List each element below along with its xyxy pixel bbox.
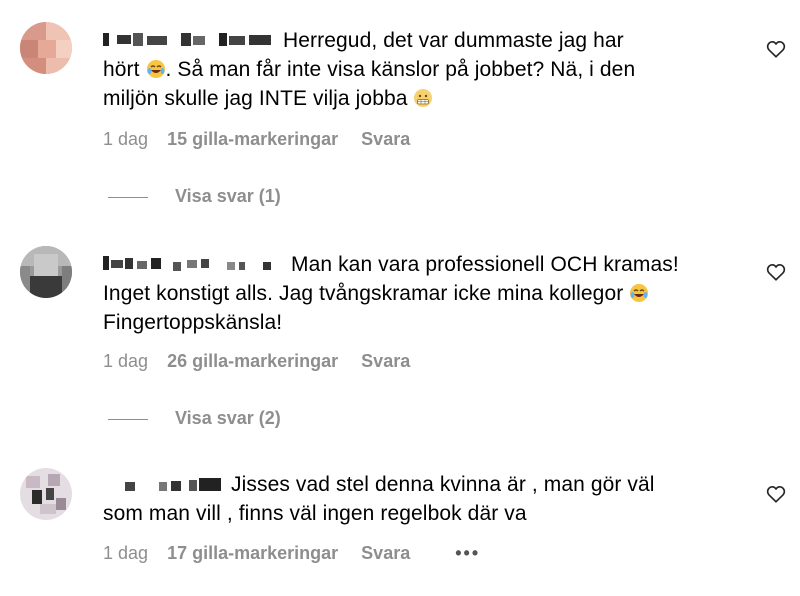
username-redacted[interactable] <box>125 474 223 492</box>
comment-text-line: Herregud, det var dummaste jag har <box>283 29 624 52</box>
view-replies-button[interactable]: Visa svar (1) <box>108 186 281 207</box>
comment-text-line: . Så man får inte visa känslor på jobbet… <box>165 58 636 81</box>
comment-text-line: Fingertoppskänsla! <box>103 311 283 334</box>
comment-text-line: miljön skulle jag INTE vilja jobba <box>103 87 408 110</box>
avatar[interactable] <box>20 246 72 298</box>
divider-line <box>108 418 148 420</box>
heart-outline-icon[interactable] <box>766 485 786 503</box>
avatar[interactable] <box>20 468 72 520</box>
comment-date[interactable]: 1 dag <box>103 543 148 563</box>
reply-button[interactable]: Svara <box>361 129 410 149</box>
reply-button[interactable]: Svara <box>361 351 410 371</box>
comment-text-line: Inget konstigt alls. Jag tvångskramar ic… <box>103 282 624 305</box>
comment-text-line: Jisses vad stel denna kvinna är , man gö… <box>231 473 655 496</box>
likes-count[interactable]: 15 gilla-markeringar <box>167 129 338 149</box>
avatar[interactable] <box>20 22 72 74</box>
comment-meta: 1 dag 15 gilla-markeringar Svara <box>103 129 428 150</box>
comment-text: Jisses vad stel denna kvinna är , man gö… <box>103 470 743 528</box>
laughing-tears-emoji <box>629 282 649 302</box>
likes-count[interactable]: 17 gilla-markeringar <box>167 543 338 563</box>
comment-meta: 1 dag 17 gilla-markeringar Svara ••• <box>103 543 498 564</box>
view-replies-label: Visa svar (1) <box>175 186 281 206</box>
comment-text: Man kan vara professionell OCH kramas! I… <box>103 250 743 337</box>
reply-button[interactable]: Svara <box>361 543 410 563</box>
heart-outline-icon[interactable] <box>766 263 786 281</box>
comment-date[interactable]: 1 dag <box>103 351 148 371</box>
heart-outline-icon[interactable] <box>766 40 786 58</box>
more-options-icon[interactable]: ••• <box>455 543 480 563</box>
username-redacted[interactable] <box>103 254 283 272</box>
view-replies-label: Visa svar (2) <box>175 408 281 428</box>
comment-text-line: som man vill , finns väl ingen regelbok … <box>103 502 527 525</box>
divider-line <box>108 196 148 198</box>
comment-text-line: Man kan vara professionell OCH kramas! <box>291 253 679 276</box>
comment-meta: 1 dag 26 gilla-markeringar Svara <box>103 351 428 372</box>
view-replies-button[interactable]: Visa svar (2) <box>108 408 281 429</box>
comment-date[interactable]: 1 dag <box>103 129 148 149</box>
comment-text-line: hört <box>103 58 140 81</box>
comment-text: Herregud, det var dummaste jag har hört … <box>103 26 743 113</box>
likes-count[interactable]: 26 gilla-markeringar <box>167 351 338 371</box>
grimacing-face-emoji <box>413 87 433 107</box>
username-redacted[interactable] <box>103 30 275 48</box>
laughing-tears-emoji <box>146 58 166 78</box>
